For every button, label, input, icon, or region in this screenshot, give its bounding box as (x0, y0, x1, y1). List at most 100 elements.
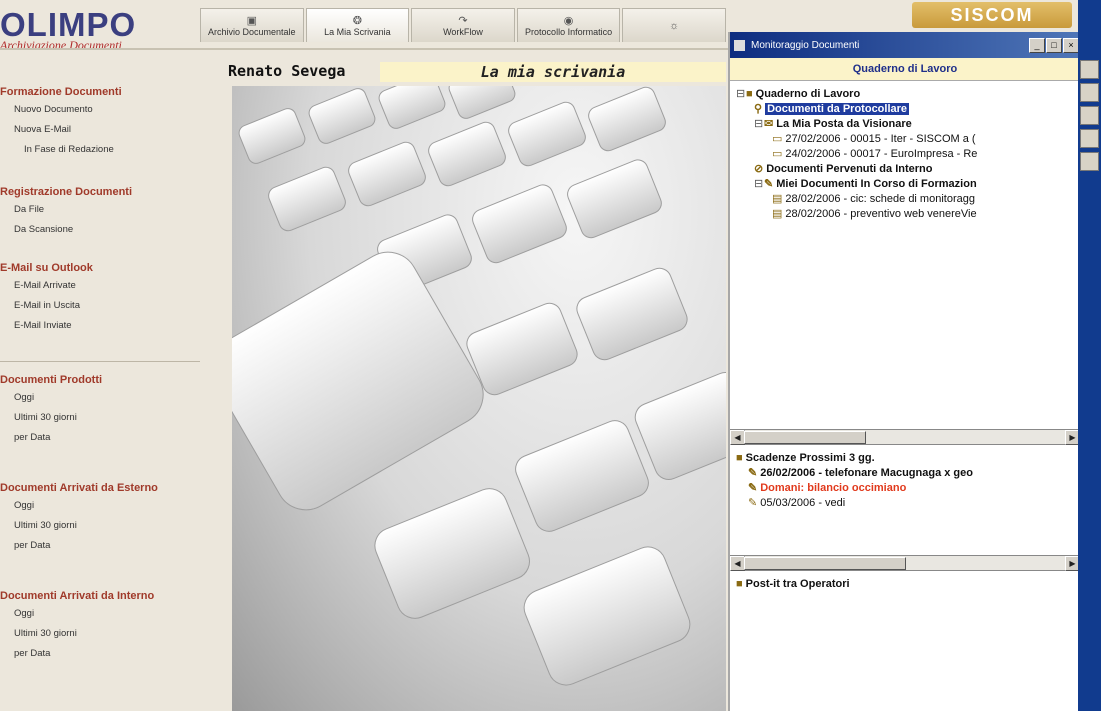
sidebar-item-oggi[interactable]: Oggi (14, 500, 225, 511)
tree-scrollbar[interactable]: ◀ ▶ (730, 429, 1080, 445)
monitor-window: Monitoraggio Documenti _ □ × Quaderno di… (728, 32, 1080, 711)
sidebar-item-ultimi-30[interactable]: Ultimi 30 giorni (14, 628, 225, 639)
sidebar-item-per-data[interactable]: per Data (14, 648, 225, 659)
sidebar-item-oggi[interactable]: Oggi (14, 608, 225, 619)
sidebar-item-per-data[interactable]: per Data (14, 432, 225, 443)
tree-label: 28/02/2006 - cic: schede di monitoragg (785, 193, 975, 205)
sidebar-item-email-arrivate[interactable]: E-Mail Arrivate (14, 280, 225, 291)
scroll-left-button[interactable]: ◀ (730, 556, 745, 571)
toolbar-icon[interactable] (1080, 60, 1099, 79)
tree-leaf[interactable]: ▤ 28/02/2006 - preventivo web venereVie (736, 207, 1076, 222)
tab-scrivania[interactable]: ❂ La Mia Scrivania (305, 8, 410, 42)
collapse-icon[interactable]: ⊟ (754, 177, 764, 192)
logo-subtitle: Archiviazione Documenti (0, 38, 122, 52)
sidebar-section-outlook: E-Mail su Outlook E-Mail Arrivate E-Mail… (0, 262, 225, 331)
desk-icon: ❂ (352, 14, 362, 27)
window-titlebar[interactable]: Monitoraggio Documenti _ □ × (730, 32, 1080, 58)
deadline-item[interactable]: ✎ 05/03/2006 - vedi (736, 496, 1074, 511)
mail-icon: ✉ (764, 118, 774, 130)
collapse-icon[interactable]: ⊟ (736, 87, 746, 102)
deadlines-title: ■ Scadenze Prossimi 3 gg. (736, 451, 1074, 466)
tree-node-protocollare[interactable]: ⚲ Documenti da Protocollare (736, 102, 1076, 117)
edit-icon: ✎ (764, 178, 774, 190)
right-toolbar (1078, 0, 1101, 711)
tab-label: Protocollo Informatico (525, 26, 613, 37)
tab-archivio[interactable]: ▣ Archivio Documentale (200, 8, 304, 42)
tab-protocollo[interactable]: ◉ Protocollo Informatico (516, 8, 621, 42)
sidebar-item-da-file[interactable]: Da File (14, 204, 225, 215)
maximize-button[interactable]: □ (1046, 37, 1062, 53)
deadline-item[interactable]: ✎ 26/02/2006 - telefonare Macugnaga x geo (736, 466, 1074, 481)
sidebar-item-ultimi-30[interactable]: Ultimi 30 giorni (14, 412, 225, 423)
window-title: Monitoraggio Documenti (751, 39, 860, 51)
keyboard-illustration (232, 86, 726, 686)
minimize-button[interactable]: _ (1029, 37, 1045, 53)
search-icon: ⚲ (754, 103, 763, 115)
window-controls: _ □ × (1029, 37, 1080, 53)
tree-leaf[interactable]: ▭ 27/02/2006 - 00015 - Iter - SISCOM a ( (736, 132, 1076, 147)
archive-icon: ▣ (246, 14, 257, 27)
sidebar-divider (0, 361, 200, 362)
header-divider (0, 48, 728, 50)
tab-globe[interactable]: ☼ (622, 8, 726, 42)
tree-label: Quaderno di Lavoro (755, 88, 861, 100)
tree-label: 28/02/2006 - preventivo web venereVie (785, 208, 977, 220)
collapse-icon[interactable]: ⊟ (754, 117, 764, 132)
scroll-thumb[interactable] (744, 557, 906, 570)
section-title: Formazione Documenti (0, 86, 122, 98)
toolbar-icon[interactable] (1080, 152, 1099, 171)
tree-leaf[interactable]: ▭ 24/02/2006 - 00017 - EuroImpresa - Re (736, 147, 1076, 162)
scroll-thumb[interactable] (744, 431, 866, 444)
document-icon: ▭ (772, 133, 783, 145)
link-icon: ⊘ (754, 163, 764, 175)
toolbar-icon[interactable] (1080, 106, 1099, 125)
scroll-left-button[interactable]: ◀ (730, 430, 745, 445)
sidebar-section-interno: Documenti Arrivati da Interno Oggi Ultim… (0, 590, 225, 659)
pencil-icon: ✎ (748, 467, 758, 479)
deadlines-title-text: Scadenze Prossimi 3 gg. (745, 452, 875, 464)
tab-label: WorkFlow (443, 26, 483, 37)
sidebar-item-nuovo-documento[interactable]: Nuovo Documento (14, 104, 225, 115)
sidebar-item-email-uscita[interactable]: E-Mail in Uscita (14, 300, 225, 311)
tree-leaf[interactable]: ▤ 28/02/2006 - cic: schede di monitoragg (736, 192, 1076, 207)
logo-title: OLIMPO (0, 6, 137, 43)
pencil-icon: ✎ (748, 482, 758, 494)
toolbar-icon[interactable] (1080, 129, 1099, 148)
sidebar-item-nuova-email[interactable]: Nuova E-Mail (14, 124, 225, 135)
tab-label: La Mia Scrivania (324, 26, 391, 37)
close-button[interactable]: × (1063, 37, 1079, 53)
sidebar-item-in-fase-redazione[interactable]: In Fase di Redazione (24, 144, 225, 155)
tree-node-root[interactable]: ⊟■ Quaderno di Lavoro (736, 87, 1076, 102)
tree-node-in-corso[interactable]: ⊟✎ Miei Documenti In Corso di Formazion (736, 177, 1076, 192)
sidebar-item-email-inviate[interactable]: E-Mail Inviate (14, 320, 225, 331)
folder-icon: ■ (746, 88, 753, 100)
tree-label: 27/02/2006 - 00015 - Iter - SISCOM a ( (785, 133, 976, 145)
tree-label: Miei Documenti In Corso di Formazion (776, 178, 977, 190)
sidebar-section-esterno: Documenti Arrivati da Esterno Oggi Ultim… (0, 482, 225, 551)
sidebar-item-ultimi-30[interactable]: Ultimi 30 giorni (14, 520, 225, 531)
page-title: La mia scrivania (380, 62, 726, 82)
tree-node-posta[interactable]: ⊟✉ La Mia Posta da Visionare (736, 117, 1076, 132)
tree-label: La Mia Posta da Visionare (776, 118, 912, 130)
postit-title-text: Post-it tra Operatori (745, 578, 850, 590)
panel-header: Quaderno di Lavoro (730, 58, 1080, 81)
sidebar: Formazione Documenti Nuovo Documento Nuo… (0, 86, 225, 668)
toolbar-icon[interactable] (1080, 83, 1099, 102)
sidebar-section-formazione: Formazione Documenti Nuovo Documento Nuo… (0, 86, 225, 155)
workflow-icon: ↷ (458, 14, 468, 27)
tree-node-pervenuti[interactable]: ⊘ Documenti Pervenuti da Interno (736, 162, 1076, 177)
section-title: Documenti Arrivati da Esterno (0, 482, 158, 494)
tab-label: Archivio Documentale (208, 26, 296, 37)
tree-label: 24/02/2006 - 00017 - EuroImpresa - Re (785, 148, 978, 160)
sidebar-item-oggi[interactable]: Oggi (14, 392, 225, 403)
deadline-text: Domani: bilancio occimiano (760, 482, 907, 494)
sidebar-item-da-scansione[interactable]: Da Scansione (14, 224, 225, 235)
globe-icon: ☼ (669, 19, 680, 32)
deadlines-scrollbar[interactable]: ◀ ▶ (730, 555, 1080, 571)
window-icon (734, 39, 745, 51)
sidebar-item-per-data[interactable]: per Data (14, 540, 225, 551)
main-nav: ▣ Archivio Documentale ❂ La Mia Scrivani… (200, 8, 728, 42)
tab-workflow[interactable]: ↷ WorkFlow (411, 8, 515, 42)
deadline-item-urgent[interactable]: ✎ Domani: bilancio occimiano (736, 481, 1074, 496)
document-tree: ⊟■ Quaderno di Lavoro ⚲ Documenti da Proto… (730, 81, 1080, 429)
